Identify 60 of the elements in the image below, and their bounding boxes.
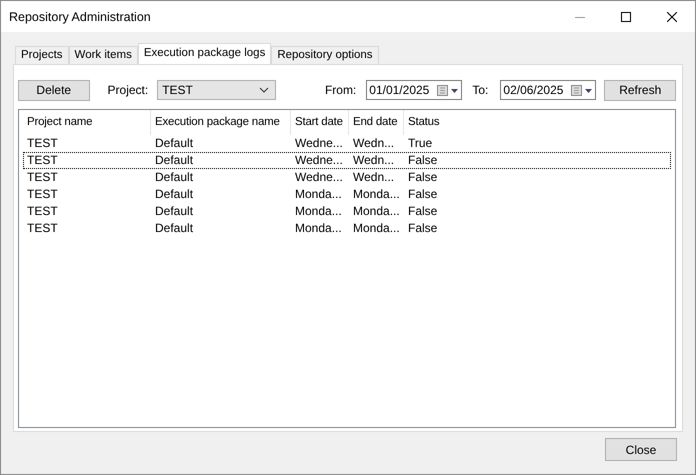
window-title: Repository Administration: [9, 10, 151, 24]
table-row[interactable]: TEST Default Monda... Monda... False: [23, 220, 671, 237]
tab[interactable]: Work items: [68, 46, 138, 64]
table-cell-text: Default: [154, 136, 194, 151]
column-header[interactable]: Start date: [291, 110, 349, 135]
tab[interactable]: Execution package logs: [138, 43, 272, 64]
table-cell-text: Wedn...: [352, 170, 396, 185]
from-label: From:: [324, 83, 356, 97]
column-header[interactable]: Project name: [23, 110, 151, 135]
table-cell-text: False: [407, 204, 438, 219]
table-cell-text: False: [407, 170, 438, 185]
table-cell-text: False: [407, 153, 438, 168]
table-row[interactable]: TEST Default Wedne... Wedn... False: [23, 152, 671, 169]
table-cell-text: Monda...: [294, 221, 343, 236]
tab[interactable]: Repository options: [271, 46, 379, 64]
table-row[interactable]: TEST Default Wedne... Wedn... True: [23, 135, 671, 152]
to-date-picker[interactable]: 02/06/2025: [500, 80, 596, 100]
table-cell-text: Wedn...: [352, 153, 396, 168]
refresh-button[interactable]: Refresh: [604, 80, 676, 100]
table-cell-text: TEST: [26, 153, 59, 168]
column-header[interactable]: Status: [404, 110, 464, 135]
delete-button[interactable]: Delete: [18, 80, 90, 100]
close-icon[interactable]: [667, 12, 677, 22]
to-label: To:: [472, 83, 488, 97]
table-cell-text: Wedne...: [294, 136, 344, 151]
table-cell-text: False: [407, 221, 438, 236]
calendar-icon: [437, 84, 460, 96]
table-cell-text: TEST: [26, 187, 59, 202]
table-cell-text: Monda...: [352, 221, 401, 236]
maximize-icon[interactable]: [621, 12, 631, 22]
project-dropdown[interactable]: TEST: [157, 80, 276, 100]
chevron-icon: [258, 87, 269, 93]
table-row[interactable]: TEST Default Monda... Monda... False: [23, 186, 671, 203]
project-label: Project:: [108, 83, 148, 97]
table-row[interactable]: TEST Default Monda... Monda... False: [23, 203, 671, 220]
table-cell-text: TEST: [26, 221, 59, 236]
tab[interactable]: Projects: [15, 46, 69, 64]
table-cell-text: Monda...: [352, 187, 401, 202]
table-cell-text: False: [407, 187, 438, 202]
table-cell-text: Wedn...: [352, 136, 396, 151]
table-cell-text: TEST: [26, 170, 59, 185]
from-date-picker[interactable]: 01/01/2025: [366, 80, 462, 100]
table-cell-text: Default: [154, 187, 194, 202]
table-row[interactable]: TEST Default Wedne... Wedn... False: [23, 169, 671, 186]
table-cell-text: Monda...: [294, 187, 343, 202]
calendar-icon: [571, 84, 594, 96]
table-cell-text: Default: [154, 221, 194, 236]
table-cell-text: Default: [154, 204, 194, 219]
table-cell-text: Monda...: [352, 204, 401, 219]
table-cell-text: TEST: [26, 204, 59, 219]
close-button[interactable]: Close: [605, 438, 677, 461]
table-cell-text: Monda...: [294, 204, 343, 219]
column-header[interactable]: End date: [349, 110, 404, 135]
table-cell-text: True: [407, 136, 434, 151]
table-cell-text: Wedne...: [294, 170, 344, 185]
column-header[interactable]: Execution package name: [151, 110, 291, 135]
table-cell-text: Default: [154, 170, 194, 185]
table-cell-text: Default: [154, 153, 194, 168]
table-cell-text: Wedne...: [294, 153, 344, 168]
table-cell-text: TEST: [26, 136, 59, 151]
